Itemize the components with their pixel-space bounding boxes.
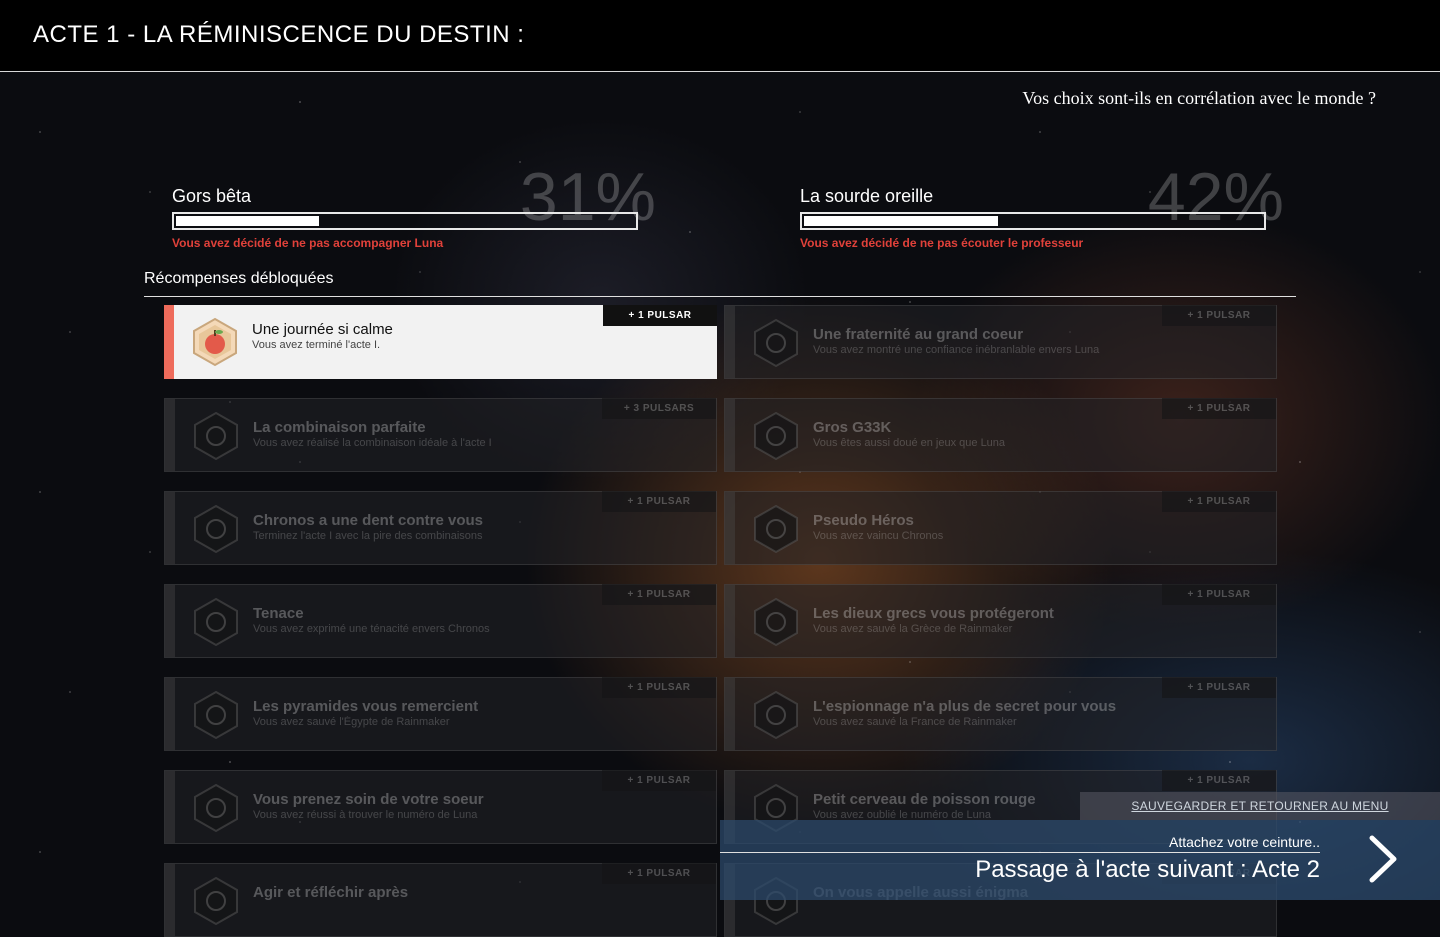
reward-card[interactable]: + 1 PULSAR Les dieux grecs vous protégero…	[724, 584, 1277, 658]
clock-icon	[191, 504, 241, 554]
reward-badge: + 1 PULSAR	[602, 584, 716, 605]
reward-badge: + 1 PULSAR	[1162, 770, 1276, 791]
gauge-bar	[172, 212, 638, 230]
reward-badge: + 1 PULSAR	[1162, 398, 1276, 419]
reward-badge: + 1 PULSAR	[603, 305, 717, 326]
gauge-warning: Vous avez décidé de ne pas écouter le pr…	[800, 236, 1084, 250]
reward-card[interactable]: + 1 PULSAR Pseudo Héros Vous avez vaincu C…	[724, 491, 1277, 565]
reward-accent-bar	[725, 399, 735, 471]
chevron-right-icon[interactable]	[1364, 834, 1404, 884]
reward-description: Vous avez exprimé une ténacité envers Ch…	[253, 623, 490, 635]
reward-badge: + 1 PULSAR	[602, 677, 716, 698]
heart-icon	[751, 318, 801, 368]
reward-card[interactable]: + 1 PULSAR Agir et réfléchir après	[164, 863, 717, 937]
reward-card[interactable]: + 1 PULSAR Vous prenez soin de votre soeu…	[164, 770, 717, 844]
reward-description: Vous avez sauvé l'Égypte de Rainmaker	[253, 716, 450, 728]
reward-card[interactable]: + 3 PULSARS La combinaison parfaite Vous a…	[164, 398, 717, 472]
reward-title: Pseudo Héros	[813, 512, 914, 529]
reward-card[interactable]: + 1 PULSAR Gros G33K Vous êtes aussi doué …	[724, 398, 1277, 472]
reward-description: Vous avez montré une confiance inébranla…	[813, 344, 1100, 356]
reward-title: Une journée si calme	[252, 321, 393, 338]
reward-title: L'espionnage n'a plus de secret pour vou…	[813, 698, 1117, 715]
rewards-heading: Récompenses débloquées	[144, 270, 334, 287]
reward-title: Tenace	[253, 605, 304, 622]
reward-accent-bar	[165, 399, 175, 471]
reward-badge: + 1 PULSAR	[602, 770, 716, 791]
reward-accent-bar	[165, 771, 175, 843]
reward-accent-bar	[164, 305, 174, 379]
reward-accent-bar	[725, 306, 735, 378]
reward-accent-bar	[165, 585, 175, 657]
next-act-panel[interactable]: Attachez votre ceinture.. Passage à l'ac…	[720, 820, 1440, 900]
gauge-name: Gors bêta	[172, 186, 252, 206]
gauge-fill	[176, 216, 319, 226]
correlation-question: Vos choix sont-ils en corrélation avec l…	[1022, 88, 1376, 108]
reward-badge: + 1 PULSAR	[1162, 491, 1276, 512]
lock-icon	[191, 411, 241, 461]
gamepad-icon	[751, 411, 801, 461]
next-act-label: Passage à l'acte suivant : Acte 2	[975, 856, 1320, 883]
rewards-divider	[144, 296, 1296, 297]
reward-badge: + 1 PULSAR	[602, 863, 716, 884]
reward-description: Vous avez terminé l'acte I.	[252, 339, 381, 351]
reward-title: Gros G33K	[813, 419, 892, 436]
reward-badge: + 3 PULSARS	[602, 398, 716, 419]
temple-icon	[751, 597, 801, 647]
gauge-name: La sourde oreille	[800, 186, 934, 206]
save-and-menu-link[interactable]: SAUVEGARDER ET RETOURNER AU MENU	[1080, 792, 1440, 820]
reward-badge: + 1 PULSAR	[1162, 677, 1276, 698]
reward-title: Les pyramides vous remercient	[253, 698, 479, 715]
gauge-bar	[800, 212, 1266, 230]
reward-card[interactable]: + 1 PULSAR Une fraternité au grand coeur V…	[724, 305, 1277, 379]
reward-badge: + 1 PULSAR	[602, 491, 716, 512]
reward-title: Les dieux grecs vous protégeront	[813, 605, 1054, 622]
reward-title: La combinaison parfaite	[253, 419, 426, 436]
next-act-subtitle: Attachez votre ceinture..	[1169, 834, 1320, 850]
reward-card[interactable]: + 1 PULSAR Les pyramides vous remercient V…	[164, 677, 717, 751]
reward-title: Chronos a une dent contre vous	[253, 512, 484, 529]
reward-badge: + 1 PULSAR	[1162, 305, 1276, 326]
gauge-warning: Vous avez décidé de ne pas accompagner L…	[172, 236, 444, 250]
reward-description: Vous avez réussi à trouver le numéro de …	[253, 809, 478, 821]
reward-accent-bar	[165, 678, 175, 750]
reward-description: Vous avez vaincu Chronos	[813, 530, 944, 542]
reward-title: Vous prenez soin de votre soeur	[253, 791, 484, 808]
reward-card[interactable]: + 1 PULSAR L'espionnage n'a plus de secre…	[724, 677, 1277, 751]
girl-icon	[191, 783, 241, 833]
page-title: ACTE 1 - LA RÉMINISCENCE DU DESTIN :	[33, 21, 525, 48]
mask-icon	[751, 690, 801, 740]
reward-description: Vous avez réalisé la combinaison idéale …	[253, 437, 492, 449]
reward-accent-bar	[725, 492, 735, 564]
hero-icon	[751, 504, 801, 554]
reward-card[interactable]: + 1 PULSAR Une journée si calme Vous avez …	[164, 305, 717, 379]
reward-description: Vous avez sauvé la Grèce de Rainmaker	[813, 623, 1013, 635]
reward-card[interactable]: + 1 PULSAR Chronos a une dent contre vous…	[164, 491, 717, 565]
reward-description: Terminez l'acte I avec la pire des combi…	[253, 530, 483, 542]
reward-title: Agir et réfléchir après	[253, 884, 409, 901]
reward-title: Petit cerveau de poisson rouge	[813, 791, 1036, 808]
reward-description: Vous avez sauvé la France de Rainmaker	[813, 716, 1017, 728]
reward-card[interactable]: + 1 PULSAR Tenace Vous avez exprimé une té…	[164, 584, 717, 658]
reward-description: Vous êtes aussi doué en jeux que Luna	[813, 437, 1006, 449]
header-bar: ACTE 1 - LA RÉMINISCENCE DU DESTIN :	[0, 0, 1440, 72]
reward-accent-bar	[725, 678, 735, 750]
gauge-fill	[804, 216, 998, 226]
reward-accent-bar	[725, 585, 735, 657]
reward-title: Une fraternité au grand coeur	[813, 326, 1024, 343]
hexagon-icon	[191, 876, 241, 926]
next-act-divider	[720, 852, 1320, 853]
reward-accent-bar	[165, 492, 175, 564]
reward-badge: + 1 PULSAR	[1162, 584, 1276, 605]
apple-icon	[190, 317, 240, 367]
reward-accent-bar	[165, 864, 175, 936]
pyramid-icon	[191, 690, 241, 740]
shield-icon	[191, 597, 241, 647]
